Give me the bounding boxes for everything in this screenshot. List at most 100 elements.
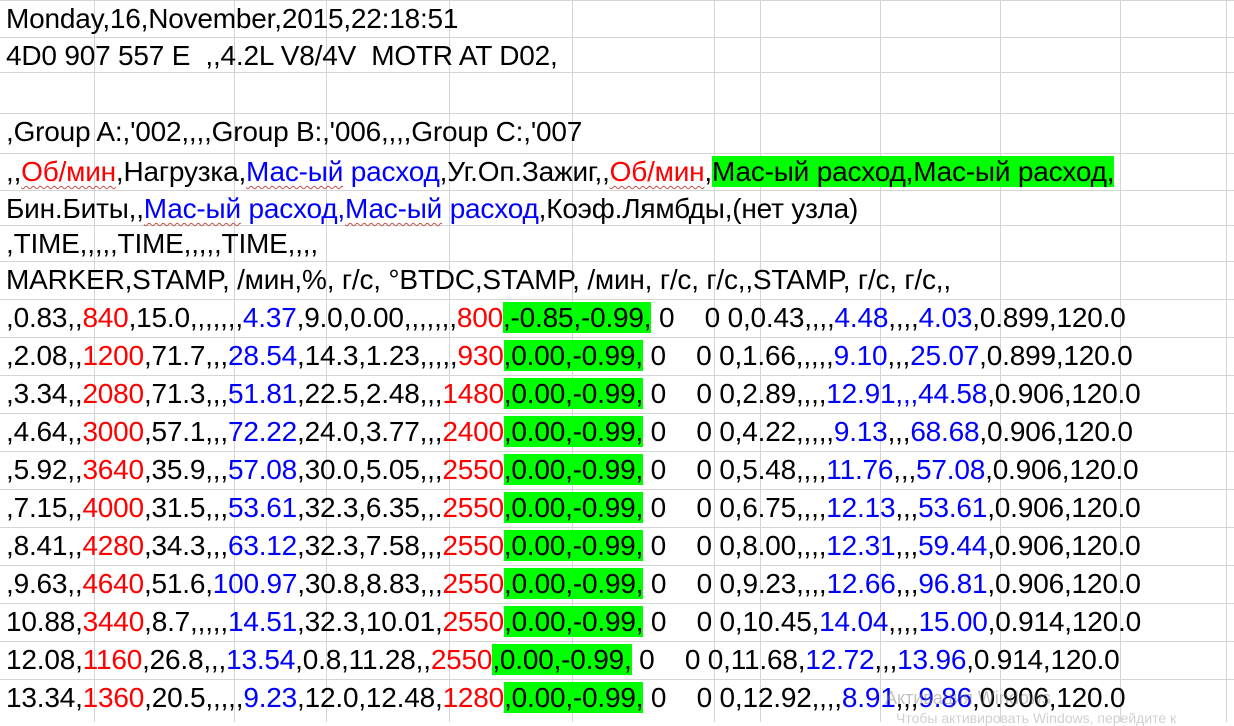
mass-flow-value: 51.81 bbox=[227, 378, 298, 409]
cell-text: ,,,, bbox=[888, 606, 919, 637]
mass-flow-value: 13.96 bbox=[897, 644, 967, 675]
cell-text: ,0.83,, bbox=[6, 302, 83, 333]
cell-text: ,71.3,,, bbox=[143, 378, 228, 409]
cell-text: ,0.914,120.0 bbox=[966, 644, 1120, 675]
cell-text: ,0.906,120.0 bbox=[987, 530, 1141, 561]
sheet-row[interactable]: ,7.15,,4000,31.5,,,53.61,32.3,6.35,,.255… bbox=[0, 489, 1141, 526]
rpm-value: 4280 bbox=[82, 530, 144, 561]
rpm-value: 4640 bbox=[82, 568, 144, 599]
windows-activation-watermark-subtext: Чтобы активировать Windows, перейдите к bbox=[896, 710, 1177, 726]
cell-text: ,22.5,2.48,,, bbox=[297, 378, 443, 409]
cell-text: ,,, bbox=[895, 492, 919, 523]
mass-flow-value: Мас-ый bbox=[345, 193, 443, 224]
sheet-row[interactable]: ,4.64,,3000,57.1,,,72.22,24.0,3.77,,,240… bbox=[0, 413, 1133, 450]
cell-text: ,0.906,120.0 bbox=[987, 378, 1141, 409]
cell-text: ,2.08,, bbox=[6, 340, 83, 371]
cell-text: Monday,16,November,2015,22:18:51 bbox=[6, 3, 459, 34]
cell-text: ,0.914,120.0 bbox=[987, 606, 1141, 637]
mass-flow-value: 4.48 bbox=[834, 302, 889, 333]
sheet-row[interactable]: ,Group A:,'002,,,,Group B:,'006,,,,Group… bbox=[0, 113, 582, 150]
cell-text: ,,, bbox=[895, 530, 919, 561]
cell-text: ,0.899,120.0 bbox=[972, 302, 1126, 333]
cell-text: ,0.906,120.0 bbox=[987, 492, 1141, 523]
rpm-value: 2550 bbox=[442, 454, 504, 485]
rpm-value: 2550 bbox=[442, 530, 504, 561]
sheet-row[interactable]: ,3.34,,2080,71.3,,,51.81,22.5,2.48,,,148… bbox=[0, 375, 1141, 412]
cell-text: ,5.92,, bbox=[6, 454, 83, 485]
sheet-row[interactable]: ,8.41,,4280,34.3,,,63.12,32.3,7.58,,,255… bbox=[0, 527, 1141, 564]
rpm-value: 2550 bbox=[442, 492, 504, 523]
mass-flow-value: 12.91 bbox=[826, 378, 896, 409]
cell-text: ,32.3,7.58,,, bbox=[297, 530, 443, 561]
rpm-value: 1360 bbox=[82, 682, 145, 713]
mass-flow-value: 9.10 bbox=[833, 340, 888, 371]
sheet-row[interactable]: 12.08,1160,26.8,,,13.54,0.8,11.28,,2550,… bbox=[0, 641, 1120, 678]
mass-flow-value: 57.08 bbox=[227, 454, 298, 485]
sheet-row[interactable]: ,TIME,,,,,TIME,,,,,TIME,,,, bbox=[0, 225, 318, 262]
cell-text: Бин.Биты,, bbox=[6, 193, 144, 224]
cell-text: ,9.63,, bbox=[6, 568, 83, 599]
mass-flow-value: 63.12 bbox=[227, 530, 298, 561]
mass-flow-value: 4.37 bbox=[242, 302, 297, 333]
sheet-row[interactable]: ,2.08,,1200,71.7,,,28.54,14.3,1.23,,,,,9… bbox=[0, 337, 1133, 374]
mass-flow-value: 13.54 bbox=[226, 644, 296, 675]
cell-text: 4D0 907 557 E ,,4.2L V8/4V MOTR AT D02, bbox=[6, 40, 558, 71]
cell-text: ,0.906,120.0 bbox=[979, 416, 1133, 447]
cell-text: ,24.0,3.77,,, bbox=[297, 416, 443, 447]
rpm-value: Об/мин bbox=[21, 156, 116, 187]
cell-text: 10.88, bbox=[6, 606, 83, 637]
mass-flow-value: 57.08 bbox=[916, 454, 986, 485]
cell-text: ,8.41,, bbox=[6, 530, 83, 561]
highlighted-cell-text: ,0.00,-0.99, bbox=[503, 340, 643, 371]
cell-text: ,7.15,, bbox=[6, 492, 83, 523]
highlighted-cell-text: ,0.00,-0.99, bbox=[503, 378, 644, 409]
cell-text: ,,, bbox=[874, 644, 898, 675]
mass-flow-value: 72.22 bbox=[227, 416, 298, 447]
mass-flow-value: 68.68 bbox=[910, 416, 980, 447]
mass-flow-value: 100.97 bbox=[212, 568, 298, 599]
column-divider bbox=[1226, 0, 1227, 722]
cell-text: ,26.8,,, bbox=[142, 644, 227, 675]
cell-text: ,Уг.Оп.Зажиг,, bbox=[439, 156, 610, 187]
cell-text: ,30.0,5.05,,, bbox=[297, 454, 443, 485]
mass-flow-value: 12.72 bbox=[805, 644, 875, 675]
rpm-value: 3440 bbox=[82, 606, 145, 637]
mass-flow-value: 53.61 bbox=[918, 492, 988, 523]
cell-text: ,TIME,,,,,TIME,,,,,TIME,,,, bbox=[6, 228, 318, 259]
sheet-row[interactable]: ,,Об/мин,Нагрузка,Мас-ый расход,Уг.Оп.За… bbox=[0, 153, 1115, 190]
cell-text: 0 0 0,12.92,,,, bbox=[643, 682, 842, 713]
cell-text: 0 0 0,2.89,,,, bbox=[643, 378, 827, 409]
sheet-row[interactable]: ,5.92,,3640,35.9,,,57.08,30.0,5.05,,,255… bbox=[0, 451, 1139, 488]
highlighted-cell-text: ,0.00,-0.99, bbox=[503, 530, 644, 561]
cell-text: ,4.64,, bbox=[6, 416, 83, 447]
cell-text: ,,, bbox=[887, 340, 911, 371]
cell-text: ,71.7,,, bbox=[143, 340, 228, 371]
cell-text: ,Коэф.Лямбды,(нет узла) bbox=[538, 193, 859, 224]
mass-flow-value: 12.66 bbox=[826, 568, 896, 599]
highlighted-cell-text: ,0.00,-0.99, bbox=[504, 606, 644, 637]
rpm-value: 930 bbox=[457, 340, 504, 371]
cell-text: 13.34, bbox=[6, 682, 83, 713]
highlighted-cell-text: ,0.00,-0.99, bbox=[503, 492, 644, 523]
cell-text: ,, bbox=[6, 156, 22, 187]
sheet-row[interactable]: MARKER,STAMP, /мин,%, г/с, °BTDC,STAMP, … bbox=[0, 261, 951, 298]
sheet-row[interactable]: Monday,16,November,2015,22:18:51 bbox=[0, 0, 458, 37]
cell-text: ,Group A:,'002,,,,Group B:,'006,,,,Group… bbox=[6, 116, 583, 147]
sheet-row[interactable]: 4D0 907 557 E ,,4.2L V8/4V MOTR AT D02, bbox=[0, 37, 558, 74]
cell-text: ,9.0,0.00,,,,,,, bbox=[296, 302, 457, 333]
cell-text: 0 0 0,10.45, bbox=[643, 606, 820, 637]
cell-text: 0 0 0,1.66,,,,, bbox=[642, 340, 834, 371]
sheet-row[interactable] bbox=[0, 72, 6, 109]
highlighted-cell-text: ,0.00,-0.99, bbox=[503, 416, 644, 447]
sheet-row[interactable]: 10.88,3440,8.7,,,,,14.51,32.3,10.01,2550… bbox=[0, 603, 1141, 640]
mass-flow-value: расход bbox=[343, 156, 440, 187]
sheet-row[interactable]: ,0.83,,840,15.0,,,,,,,4.37,9.0,0.00,,,,,… bbox=[0, 299, 1126, 336]
rpm-value: 840 bbox=[82, 302, 129, 333]
highlighted-cell-text: ,0.00,-0.99, bbox=[504, 568, 644, 599]
spreadsheet-grid[interactable]: Monday,16,November,2015,22:18:51 4D0 907 … bbox=[0, 0, 1234, 722]
mass-flow-value: 59.44 bbox=[918, 530, 988, 561]
cell-text: 0 0 0,8.00,,,, bbox=[643, 530, 827, 561]
sheet-row[interactable]: ,9.63,,4640,51.6,100.97,30.8,8.83,,,2550… bbox=[0, 565, 1141, 602]
sheet-row[interactable]: Бин.Биты,,Мас-ый расход,Мас-ый расход,Ко… bbox=[0, 190, 858, 227]
rpm-value: 2550 bbox=[442, 568, 505, 599]
